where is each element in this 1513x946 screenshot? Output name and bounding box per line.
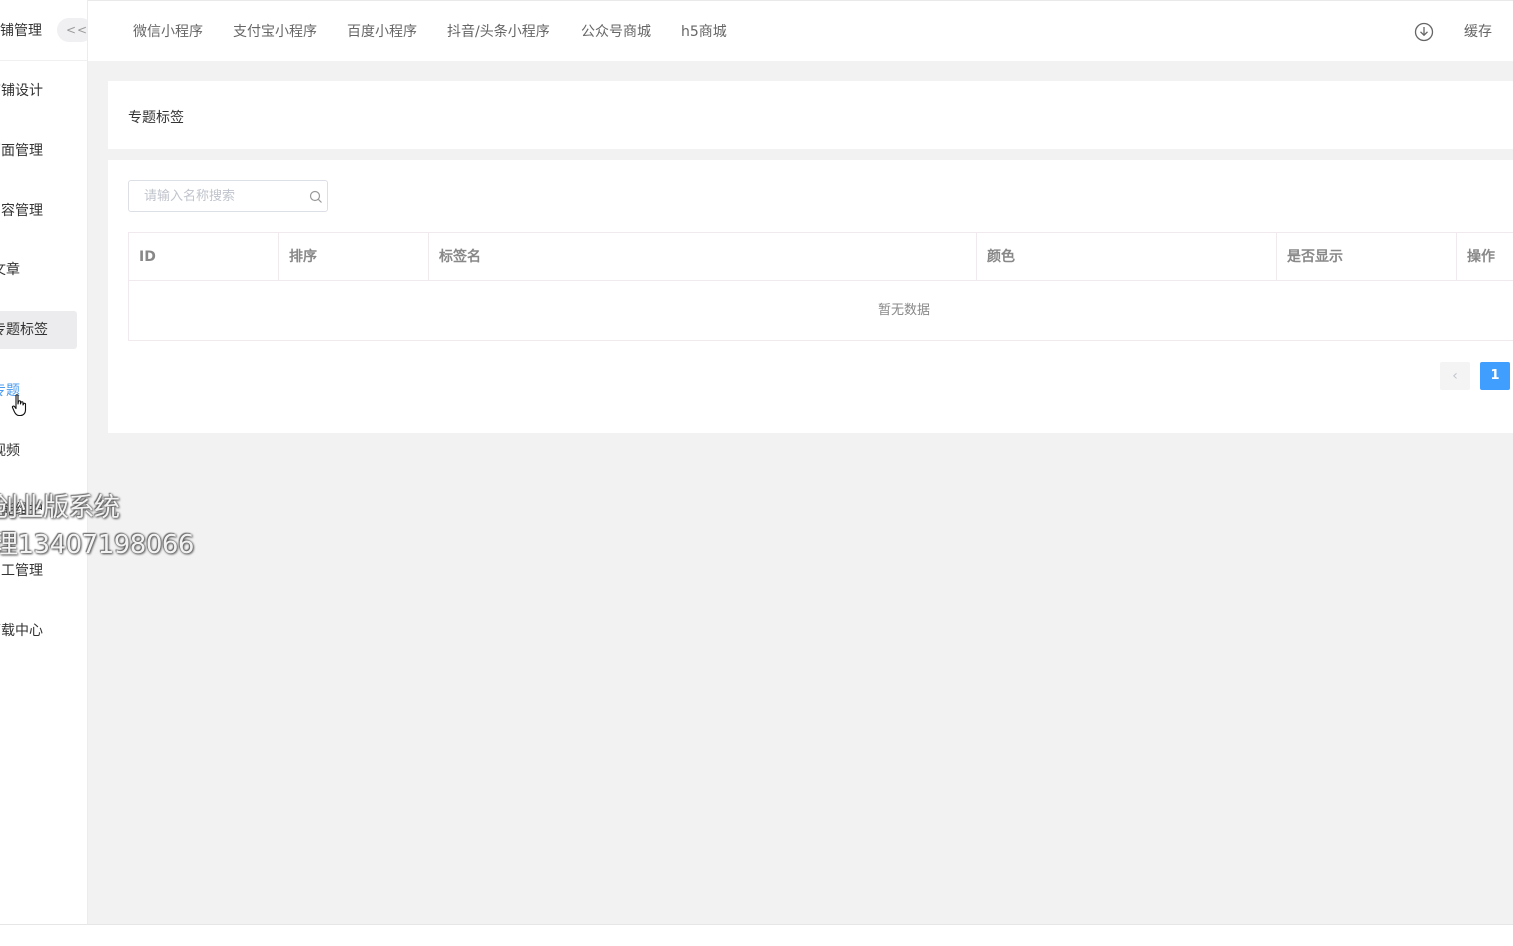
column-header-color[interactable]: 颜色 — [977, 233, 1277, 281]
sidebar-item-articles[interactable]: 文章 — [0, 251, 77, 289]
sidebar-item-download-center[interactable]: 下载中心 — [0, 612, 77, 650]
sidebar-item-shop-design[interactable]: 店铺设计 — [0, 72, 77, 110]
sidebar-item-label: 下载中心 — [0, 623, 43, 639]
page-title: 专题标签 — [128, 110, 184, 126]
sidebar-item-label: 文章 — [0, 262, 20, 278]
tab-douyin-miniprogram[interactable]: 抖音/头条小程序 — [447, 21, 550, 41]
bottom-bar — [0, 924, 1513, 946]
search-icon[interactable] — [309, 190, 323, 204]
sidebar-item-videos[interactable]: 视频 — [0, 432, 77, 470]
sidebar-item-staff-management[interactable]: 员工管理 — [0, 552, 77, 590]
search-box — [128, 180, 328, 212]
tab-official-account-mall[interactable]: 公众号商城 — [581, 21, 651, 41]
sidebar-item-label: 店铺设计 — [0, 83, 43, 99]
tab-wechat-miniprogram[interactable]: 微信小程序 — [133, 21, 203, 41]
content-card: ID 排序 标签名 颜色 是否显示 操作 暂无数据 ‹ 1 — [108, 160, 1513, 433]
tags-table: ID 排序 标签名 颜色 是否显示 操作 暂无数据 — [128, 232, 1513, 341]
sidebar-item-topics[interactable]: 专题 — [0, 372, 77, 410]
sidebar-item-label: 视频 — [0, 443, 20, 459]
download-circle-icon[interactable] — [1414, 22, 1434, 42]
pagination-prev-button[interactable]: ‹ — [1440, 362, 1470, 390]
tab-h5-mall[interactable]: h5商城 — [681, 21, 727, 41]
table-header: ID 排序 标签名 颜色 是否显示 操作 — [129, 233, 1513, 281]
sidebar-item-label: 员工管理 — [0, 563, 43, 579]
column-header-tag-name[interactable]: 标签名 — [429, 233, 977, 281]
sidebar-item-label: 页面管理 — [0, 143, 43, 159]
sidebar-title: 店铺管理 — [0, 23, 42, 39]
tab-alipay-miniprogram[interactable]: 支付宝小程序 — [233, 21, 317, 41]
search-input[interactable] — [130, 182, 300, 210]
sidebar-item-label: 专题标签 — [0, 322, 48, 338]
sidebar-item-maintenance[interactable]: 功能维护 — [0, 491, 77, 529]
column-header-actions[interactable]: 操作 — [1457, 233, 1513, 281]
sidebar-collapse-button[interactable]: << — [57, 18, 87, 42]
sidebar-item-label: 专题 — [0, 383, 20, 399]
sidebar: 店铺管理 << 店铺设计 页面管理 内容管理 文章 专题标签 专题 视频 功能维… — [0, 0, 88, 924]
app-page: 店铺管理 << 店铺设计 页面管理 内容管理 文章 专题标签 专题 视频 功能维… — [0, 0, 1513, 946]
sidebar-item-page-management[interactable]: 页面管理 — [0, 132, 77, 170]
sidebar-item-label: 功能维护 — [0, 502, 43, 518]
sidebar-item-label: 内容管理 — [0, 203, 43, 219]
cache-button[interactable]: 缓存 — [1464, 21, 1492, 41]
page-header-card: 专题标签 — [108, 81, 1513, 149]
sidebar-item-topic-tags[interactable]: 专题标签 — [0, 311, 77, 349]
top-navbar: 微信小程序 支付宝小程序 百度小程序 抖音/头条小程序 公众号商城 h5商城 缓… — [88, 0, 1513, 61]
pagination-page-1[interactable]: 1 — [1480, 362, 1510, 390]
table-empty-text: 暂无数据 — [877, 303, 930, 318]
tab-baidu-miniprogram[interactable]: 百度小程序 — [347, 21, 417, 41]
sidebar-header: 店铺管理 << — [0, 0, 87, 61]
column-header-sort[interactable]: 排序 — [279, 233, 429, 281]
sidebar-item-content-management[interactable]: 内容管理 — [0, 192, 77, 230]
column-header-visible[interactable]: 是否显示 — [1277, 233, 1457, 281]
column-header-id[interactable]: ID — [129, 233, 279, 281]
